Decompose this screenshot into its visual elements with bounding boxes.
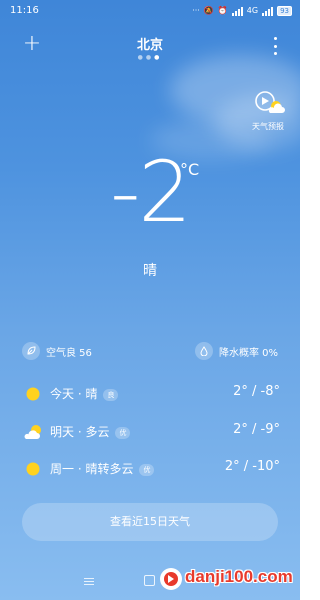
leaf-icon xyxy=(22,342,40,360)
info-row: 空气良 56 降水概率 0% xyxy=(0,342,300,362)
forecast-video-label: 天气预报 xyxy=(252,122,284,131)
aqi-badge: 优 xyxy=(115,427,131,439)
watermark-logo-icon xyxy=(160,568,182,590)
signal-icon xyxy=(262,6,274,16)
page-dot: ● xyxy=(137,54,146,61)
sun-icon xyxy=(26,462,40,476)
mute-icon: 🔕 xyxy=(203,6,214,15)
current-condition: 晴 xyxy=(143,263,157,279)
precipitation-text: 降水概率 0% xyxy=(218,347,278,359)
day-temperature-range: 2° / -9° xyxy=(233,422,280,437)
precipitation[interactable]: 降水概率 0% xyxy=(194,342,278,360)
header: + 北京 ●●● xyxy=(0,30,300,61)
page-indicator: ●●● xyxy=(0,54,300,61)
forecast-row-monday[interactable]: 周一 · 晴转多云优 2° / -10° xyxy=(0,454,300,482)
battery-icon: 93 xyxy=(277,6,292,16)
raindrop-icon xyxy=(194,342,213,360)
more-menu-button[interactable] xyxy=(272,37,278,55)
weather-screen: 11:16 ··· 🔕 ⏰ 4G 93 + 北京 ●●● 天气预报 -2 °C … xyxy=(0,0,300,600)
watermark: danji100.com xyxy=(160,563,298,593)
aqi-badge: 优 xyxy=(139,464,155,476)
forecast-row-tomorrow[interactable]: 明天 · 多云优 2° / -9° xyxy=(0,417,300,445)
day-label: 今天 · 晴 xyxy=(50,387,98,401)
status-icons: ··· 🔕 ⏰ 4G 93 xyxy=(192,0,292,22)
temperature-unit: °C xyxy=(180,160,200,179)
current-temperature: -2 xyxy=(110,143,192,241)
partly-cloudy-icon xyxy=(24,425,41,439)
forecast-video-button[interactable]: 天气预报 xyxy=(248,88,288,132)
day-label: 周一 · 晴转多云 xyxy=(50,462,134,476)
menu-nav-icon[interactable] xyxy=(84,576,94,587)
forecast-row-today[interactable]: 今天 · 晴良 2° / -8° xyxy=(0,379,300,407)
page-dot: ● xyxy=(145,54,155,61)
day-label: 明天 · 多云 xyxy=(50,425,110,439)
home-nav-icon[interactable] xyxy=(144,575,155,586)
page-dot-active: ● xyxy=(154,54,163,61)
status-time: 11:16 xyxy=(10,5,39,16)
weather-video-icon xyxy=(255,91,285,113)
aqi-badge: 良 xyxy=(103,389,119,401)
day-temperature-range: 2° / -8° xyxy=(233,384,280,399)
view-15-day-button[interactable]: 查看近15日天气 xyxy=(22,503,278,541)
watermark-text: danji100.com xyxy=(185,567,293,586)
air-quality-text: 空气良 56 xyxy=(46,347,92,359)
dots-icon: ··· xyxy=(192,6,200,15)
signal-icon xyxy=(231,6,243,16)
air-quality[interactable]: 空气良 56 xyxy=(22,342,92,360)
day-temperature-range: 2° / -10° xyxy=(224,459,280,474)
sun-icon xyxy=(26,387,40,401)
network-type: 4G xyxy=(246,6,259,15)
status-bar: 11:16 ··· 🔕 ⏰ 4G 93 xyxy=(0,0,300,22)
city-title: 北京 xyxy=(136,38,163,53)
alarm-icon: ⏰ xyxy=(217,6,228,15)
